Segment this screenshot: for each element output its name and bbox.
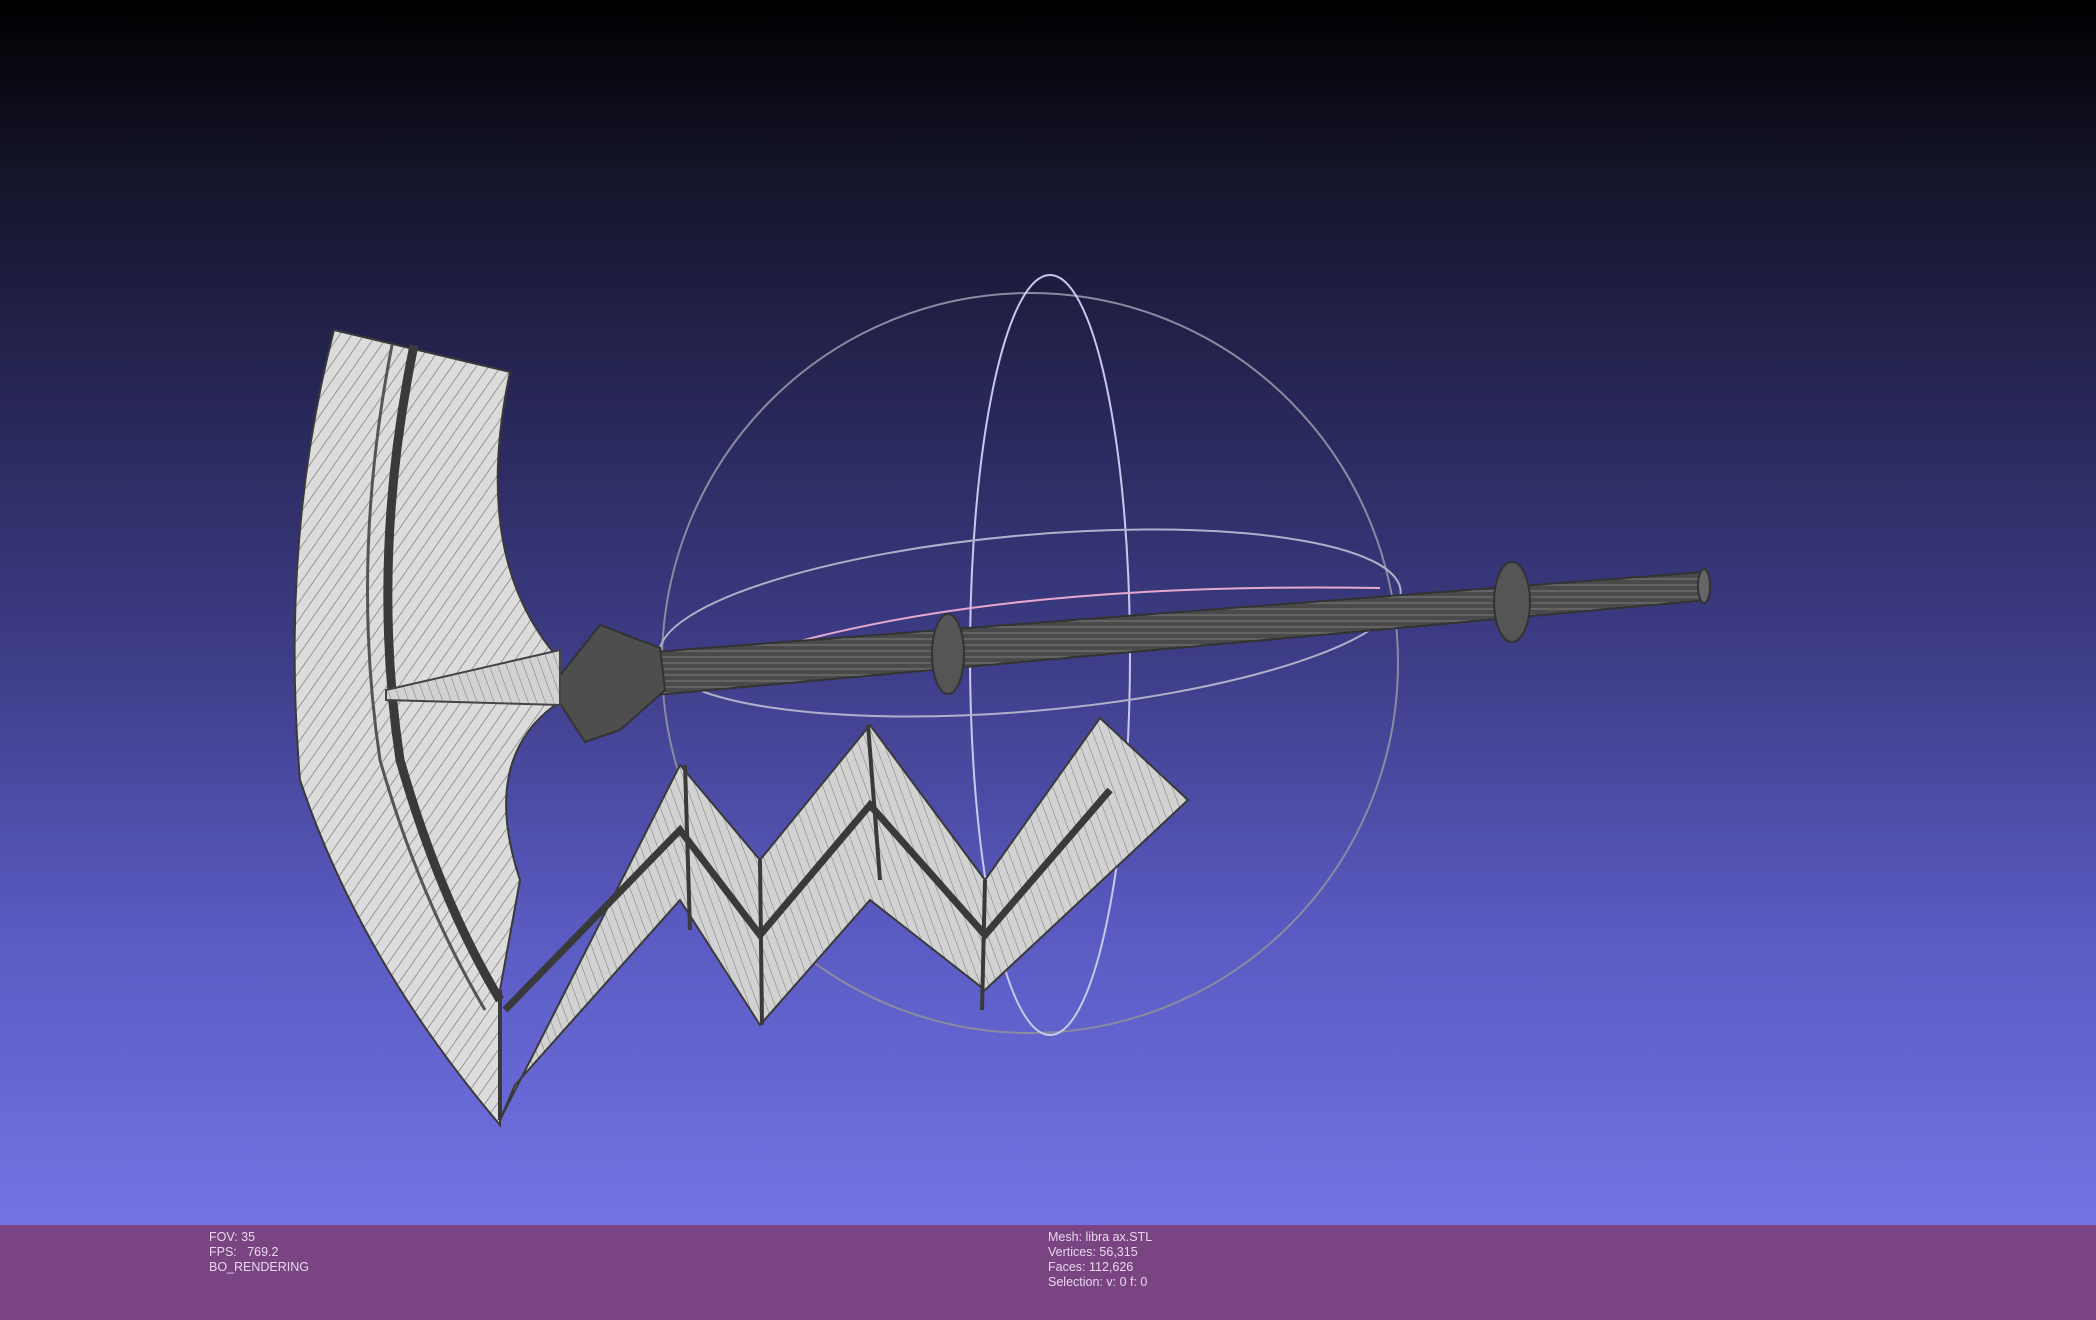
fps-label: FPS: 769.2: [209, 1245, 279, 1259]
faces-label: Faces: 112,626: [1048, 1260, 1134, 1274]
3d-viewport[interactable]: [0, 0, 2096, 1225]
vertices-label: Vertices: 56,315: [1048, 1245, 1138, 1259]
axe-blade: [293, 328, 562, 1128]
info-bar: FOV: 35 FPS: 769.2 BO_RENDERING Mesh: li…: [0, 1225, 2096, 1320]
mesh-info: Mesh: libra ax.STL Vertices: 56,315 Face…: [1048, 1230, 1152, 1290]
mesh-render: [293, 274, 1711, 1128]
selection-label: Selection: v: 0 f: 0: [1048, 1275, 1148, 1289]
axe-spikes: [498, 716, 1190, 1121]
render-info: FOV: 35 FPS: 769.2 BO_RENDERING: [209, 1230, 309, 1275]
fov-label: FOV: 35: [209, 1230, 256, 1244]
render-mode-label: BO_RENDERING: [209, 1260, 310, 1274]
mesh-name-label: Mesh: libra ax.STL: [1048, 1230, 1153, 1244]
